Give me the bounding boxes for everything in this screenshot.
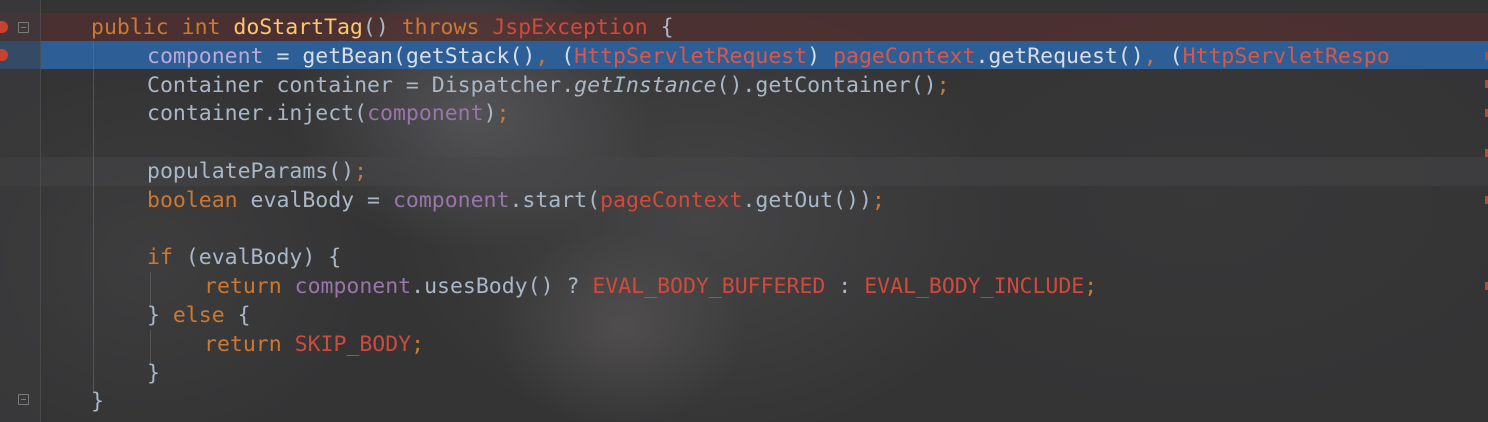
- code-token: evalBody =: [237, 187, 393, 213]
- code-line[interactable]: }: [91, 387, 104, 416]
- code-editor[interactable]: public int doStartTag() throws JspExcept…: [0, 0, 1488, 422]
- code-token: else: [172, 303, 225, 328]
- code-token: component: [367, 101, 484, 127]
- code-line[interactable]: }: [147, 359, 160, 388]
- code-token: .start(: [509, 187, 601, 213]
- code-token: SKIP_BODY: [294, 331, 412, 357]
- code-line[interactable]: container.inject(component);: [147, 99, 509, 128]
- code-token: .getOut()): [742, 187, 872, 213]
- code-line[interactable]: public int doStartTag() throws JspExcept…: [91, 13, 674, 42]
- code-token: return: [204, 331, 282, 357]
- code-token: return: [204, 274, 282, 300]
- code-token: = getBean(getStack(): [263, 43, 536, 69]
- code-token: getInstance: [574, 72, 717, 98]
- code-token: ;: [1084, 274, 1098, 300]
- code-token: component: [294, 274, 412, 300]
- code-line[interactable]: populateParams();: [147, 157, 367, 186]
- code-line[interactable]: return component.usesBody() ? EVAL_BODY_…: [204, 272, 1097, 301]
- code-token: public: [91, 15, 169, 40]
- code-token: }: [147, 303, 173, 328]
- breakpoint-icon[interactable]: [0, 49, 8, 61]
- code-token: throws: [401, 15, 480, 40]
- code-line[interactable]: Container container = Dispatcher.getInst…: [147, 71, 950, 100]
- code-token: .usesBody() ?: [411, 274, 593, 300]
- code-token: JspException: [492, 15, 648, 40]
- code-token: boolean: [147, 187, 238, 213]
- code-token: }: [91, 389, 104, 415]
- breakpoint-icon[interactable]: [0, 21, 8, 33]
- indent-guide: [93, 42, 94, 394]
- code-token: doStartTag: [233, 15, 363, 40]
- code-token: ): [483, 101, 497, 127]
- code-line[interactable]: component = getBean(getStack(), (HttpSer…: [147, 42, 1390, 71]
- editor-gutter[interactable]: [0, 0, 41, 422]
- code-token: int: [181, 15, 221, 40]
- code-token: ().getContainer(): [716, 72, 937, 98]
- code-token: (): [362, 15, 402, 40]
- code-token: :: [825, 274, 865, 300]
- code-token: container.inject(: [147, 101, 368, 127]
- code-token: {: [647, 15, 674, 40]
- code-token: HttpServletRespo: [1182, 43, 1390, 69]
- code-token: ;: [354, 159, 368, 184]
- code-token: ,: [535, 43, 562, 69]
- code-line[interactable]: if (evalBody) {: [147, 243, 341, 272]
- code-token: populateParams(): [147, 159, 355, 184]
- code-token: component: [147, 43, 264, 69]
- code-token: (: [561, 43, 575, 69]
- code-token: }: [147, 360, 160, 386]
- code-token: .getRequest(): [975, 43, 1144, 69]
- code-token: if: [147, 245, 173, 271]
- code-token: ,: [1143, 43, 1170, 69]
- code-token: EVAL_BODY_BUFFERED: [592, 274, 826, 300]
- code-token: pageContext: [600, 187, 743, 213]
- code-token: ;: [936, 72, 950, 98]
- fold-collapse-icon[interactable]: [18, 394, 29, 405]
- code-token: ;: [496, 101, 510, 127]
- code-token: HttpServletRequest: [574, 43, 808, 69]
- code-token: ;: [411, 331, 425, 357]
- code-token: (: [1169, 43, 1183, 69]
- fold-collapse-icon[interactable]: [18, 22, 29, 33]
- code-token: EVAL_BODY_INCLUDE: [864, 274, 1085, 300]
- code-line[interactable]: return SKIP_BODY;: [204, 330, 424, 359]
- code-token: (evalBody) {: [172, 245, 342, 271]
- code-token: component: [392, 187, 510, 213]
- code-line[interactable]: } else {: [147, 301, 251, 330]
- code-token: ;: [871, 187, 885, 213]
- code-token: pageContext: [833, 43, 976, 69]
- code-token: ): [807, 43, 834, 69]
- code-token: Container container = Dispatcher.: [147, 72, 575, 98]
- code-line[interactable]: boolean evalBody = component.start(pageC…: [147, 186, 885, 215]
- code-token: {: [224, 303, 251, 328]
